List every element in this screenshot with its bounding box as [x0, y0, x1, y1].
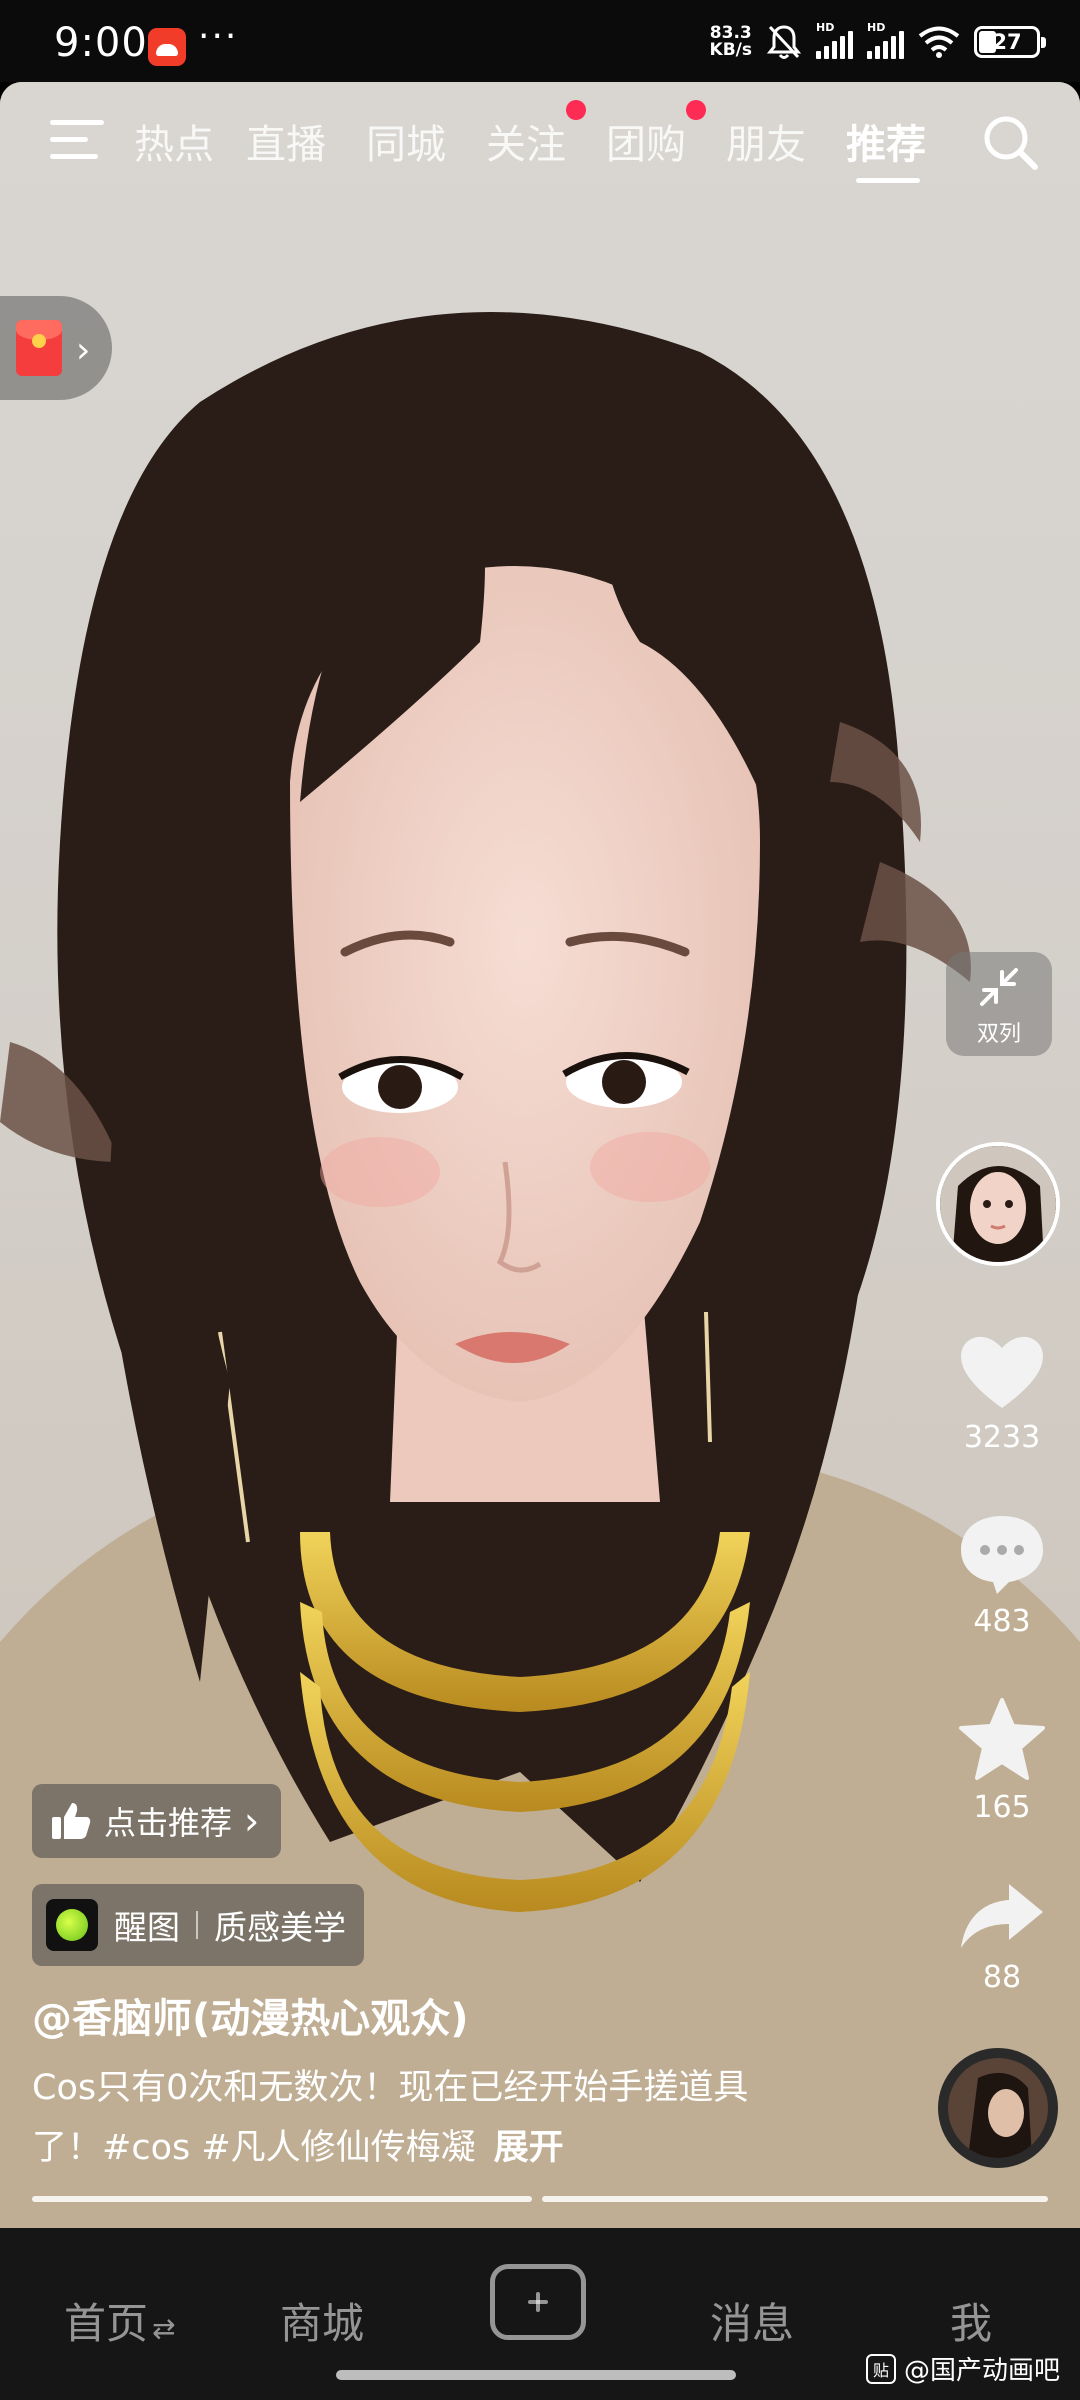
effect-style: 质感美学 [214, 1908, 346, 1947]
tab-following[interactable]: 关注 [486, 112, 566, 170]
music-cover-image [948, 2058, 1048, 2158]
caption-line-1: Cos只有0次和无数次！现在已经开始手搓道具 [32, 2068, 749, 2108]
avatar-image [940, 1146, 1056, 1262]
favorite-count: 165 [973, 1790, 1031, 1825]
caption-line-2: 了！#cos #凡人修仙传梅凝 展开 [32, 2118, 852, 2178]
expand-caption-link[interactable]: 展开 [494, 2128, 564, 2168]
music-disc[interactable] [938, 2048, 1058, 2168]
create-plus-icon[interactable] [490, 2264, 586, 2340]
comment-action[interactable]: 483 [940, 1512, 1064, 1639]
divider [196, 1911, 198, 1939]
favorite-action[interactable]: 165 [940, 1696, 1064, 1825]
progress-segment-2 [542, 2196, 1048, 2202]
signal-1-icon: HD [816, 21, 853, 59]
author-name[interactable]: @香脑师(动漫热心观众) [32, 1986, 469, 2044]
network-speed-unit: KB/s [709, 40, 752, 60]
tab-live[interactable]: 直播 [246, 112, 326, 170]
app-notification-icon [148, 28, 186, 66]
active-tab-indicator [856, 178, 920, 183]
nav-messages[interactable]: 消息 [710, 2290, 794, 2351]
more-notifications-icon: ··· [198, 16, 239, 57]
tieba-logo-icon: 贴 [865, 2353, 896, 2384]
star-icon [959, 1698, 1045, 1780]
effect-name: 醒图 [114, 1908, 180, 1947]
nav-home[interactable]: 首页 ⇄ [64, 2290, 175, 2351]
dual-column-button[interactable]: 双列 [946, 952, 1052, 1056]
share-action[interactable]: 88 [940, 1878, 1064, 1995]
watermark-text: @国产动画吧 [903, 2356, 1060, 2386]
nav-me[interactable]: 我 [950, 2290, 992, 2351]
battery-level: 27 [992, 30, 1022, 54]
signal-2-icon: HD [867, 21, 904, 59]
status-bar: 9:00 ··· 83.3 KB/s HD HD 27 [0, 0, 1080, 82]
recommend-button[interactable]: 点击推荐 › [32, 1784, 282, 1858]
top-navigation: 热点 直播 同城 关注 团购 朋友 推荐 [0, 82, 1080, 192]
tab-hot[interactable]: 热点 [134, 112, 214, 170]
tab-local[interactable]: 同城 [366, 112, 446, 170]
dual-column-label: 双列 [976, 1022, 1021, 1047]
bottom-navigation: 首页 ⇄ 商城 消息 我 贴 @国产动画吧 [0, 2228, 1080, 2400]
red-envelope-icon [16, 320, 62, 376]
like-action[interactable]: 3233 [940, 1330, 1064, 1455]
progress-segment-1 [32, 2196, 532, 2202]
effect-tag[interactable]: 醒图 质感美学 [32, 1884, 364, 1966]
watermark: 贴 @国产动画吧 [865, 2350, 1060, 2387]
following-notification-dot [566, 100, 586, 120]
wifi-icon [918, 26, 960, 58]
search-icon[interactable] [980, 112, 1040, 172]
group-buy-notification-dot [686, 100, 706, 120]
share-arrow-icon [961, 1884, 1043, 1948]
nav-home-label: 首页 [64, 2299, 149, 2348]
signal-2-hd: HD [867, 21, 886, 34]
mute-bell-icon [766, 25, 802, 59]
network-speed: 83.3 KB/s [710, 25, 752, 59]
video-progress-bar[interactable] [32, 2196, 1048, 2204]
creator-avatar[interactable] [936, 1142, 1060, 1266]
collapse-arrows-icon [980, 968, 1018, 1006]
chevron-right-icon: › [76, 330, 91, 371]
nav-mall[interactable]: 商城 [280, 2290, 364, 2351]
status-time: 9:00 [54, 20, 148, 66]
status-indicators: 83.3 KB/s HD HD 27 [710, 20, 1046, 64]
heart-icon [961, 1336, 1043, 1408]
red-packet-widget[interactable]: › [0, 296, 112, 400]
tab-recommended[interactable]: 推荐 [846, 112, 926, 170]
tab-group-buy[interactable]: 团购 [606, 112, 686, 170]
effect-app-icon [46, 1899, 98, 1951]
video-caption: Cos只有0次和无数次！现在已经开始手搓道具 了！#cos #凡人修仙传梅凝 展开 [32, 2058, 852, 2178]
comment-bubble-icon [961, 1516, 1043, 1594]
chevron-right-icon: › [244, 1799, 260, 1843]
switch-arrows-icon: ⇄ [152, 2312, 176, 2345]
caption-line-2-text: 了！#cos #凡人修仙传梅凝 [32, 2128, 476, 2168]
share-count: 88 [982, 1960, 1022, 1995]
thumbs-up-icon [52, 1803, 91, 1839]
like-count: 3233 [963, 1420, 1041, 1455]
comment-count: 483 [973, 1604, 1031, 1639]
menu-icon[interactable] [50, 118, 104, 162]
battery-icon: 27 [974, 26, 1046, 58]
recommend-label: 点击推荐 [104, 1804, 233, 1842]
gesture-home-bar[interactable] [336, 2370, 736, 2380]
signal-1-hd: HD [816, 21, 835, 34]
tab-friends[interactable]: 朋友 [726, 112, 806, 170]
